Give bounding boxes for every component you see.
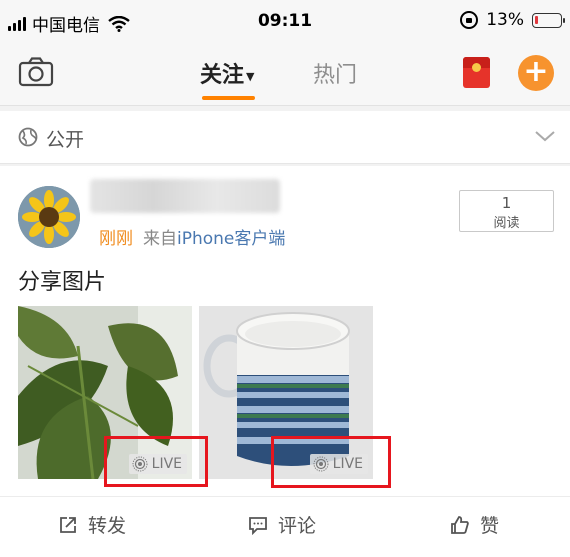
repost-label: 转发	[88, 515, 127, 537]
battery-percent: 13%	[486, 10, 524, 30]
weibo-screen: 中国电信 09:11 13% 关注 ▼ 热门 + 公开 刚刚 来自iPhone客…	[0, 0, 570, 557]
comment-button[interactable]: 评论	[248, 511, 316, 538]
tab-follow-label: 关注	[200, 63, 245, 88]
plus-icon: +	[523, 54, 549, 89]
avatar[interactable]	[18, 186, 80, 248]
chevron-down-icon[interactable]	[535, 129, 555, 143]
add-button[interactable]: +	[518, 55, 554, 91]
status-right: 13%	[460, 10, 565, 30]
username-blurred[interactable]	[90, 179, 280, 213]
tab-follow[interactable]: 关注 ▼	[200, 57, 254, 89]
comment-label: 评论	[278, 515, 317, 537]
like-label: 赞	[480, 515, 500, 537]
source-device[interactable]: iPhone客户端	[177, 229, 285, 249]
battery-fill	[535, 15, 538, 24]
status-bar: 中国电信 09:11 13%	[0, 0, 570, 44]
post-text: 分享图片	[18, 270, 107, 295]
battery-icon	[532, 12, 565, 28]
globe-icon	[18, 127, 38, 147]
visibility-row[interactable]: 公开	[0, 111, 570, 164]
caret-down-icon: ▼	[246, 69, 255, 83]
camera-icon[interactable]	[18, 57, 54, 87]
thumbs-up-icon	[451, 515, 469, 534]
comment-icon	[249, 516, 267, 535]
post-meta: 刚刚 来自iPhone客户端	[99, 224, 285, 249]
read-count: 1	[501, 194, 512, 212]
nav-bar: 关注 ▼ 热门 +	[0, 44, 570, 106]
post-card: 刚刚 来自iPhone客户端 1 阅读 分享图片 LIVE LIVE 转发 评论…	[0, 166, 570, 557]
sunflower-image	[18, 186, 80, 248]
repost-button[interactable]: 转发	[58, 511, 126, 538]
active-tab-indicator	[202, 96, 255, 100]
annotation-highlight	[271, 436, 391, 488]
rotation-lock-icon	[460, 11, 479, 29]
visibility-label: 公开	[46, 129, 85, 151]
red-packet-icon[interactable]	[463, 57, 490, 88]
annotation-highlight	[104, 436, 208, 487]
like-button[interactable]: 赞	[450, 511, 499, 538]
post-actions: 转发 评论 赞	[0, 496, 570, 557]
read-label: 阅读	[493, 216, 520, 231]
post-time: 刚刚	[99, 229, 133, 249]
source-prefix: 来自	[143, 229, 177, 249]
tab-hot[interactable]: 热门	[313, 57, 357, 89]
share-icon	[60, 516, 76, 533]
read-count-box[interactable]: 1 阅读	[459, 190, 554, 232]
